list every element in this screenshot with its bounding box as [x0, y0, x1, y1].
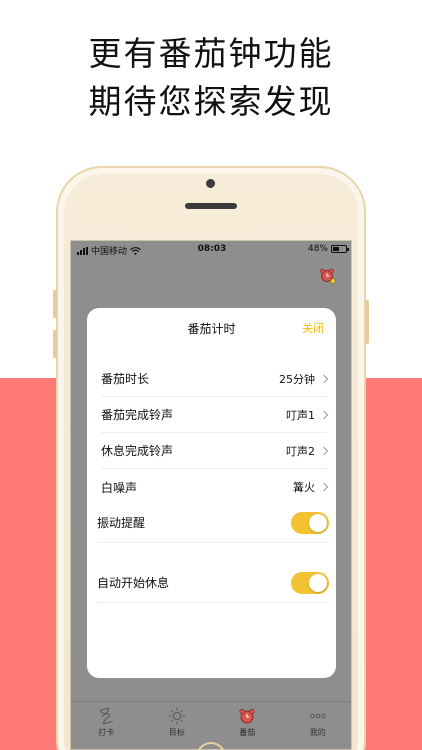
- row-label: 休息完成铃声: [101, 444, 174, 458]
- front-camera: [206, 179, 215, 188]
- chevron-right-icon: [319, 410, 329, 419]
- earpiece-speaker: [185, 203, 237, 209]
- status-bar: 中国移动 08:03 48%: [71, 241, 351, 259]
- row-label: 番茄时长: [101, 372, 150, 386]
- headline-line-1: 更有番茄钟功能: [88, 34, 334, 73]
- row-label: 白噪声: [101, 480, 138, 495]
- headline-line-2: 期待您探索发现: [88, 82, 334, 121]
- row-pomodoro-complete-sound[interactable]: 番茄完成铃声 叮声1: [101, 397, 329, 433]
- phone-screen: 中国移动 08:03 48% 番茄计时 关闭 番茄时长 25分钟 番茄完成铃声 …: [70, 240, 352, 750]
- tab-checkin[interactable]: 打卡: [76, 702, 136, 738]
- tab-label: 打卡: [98, 728, 115, 737]
- tab-pomodoro[interactable]: 番茄: [217, 702, 277, 738]
- phone-side-button: [53, 290, 57, 318]
- row-vibration: 振动提醒: [97, 503, 329, 543]
- vibration-toggle[interactable]: [291, 511, 329, 534]
- tab-label: 我的: [309, 728, 326, 737]
- battery-fill: [333, 247, 339, 251]
- row-white-noise[interactable]: 白噪声 篝火: [101, 469, 329, 505]
- row-value: 叮声1: [286, 407, 329, 423]
- close-button[interactable]: 关闭: [302, 320, 324, 336]
- alarm-clock-icon[interactable]: [319, 267, 337, 285]
- modal-title: 番茄计时: [187, 322, 236, 336]
- chevron-right-icon: [319, 482, 329, 492]
- status-right: 48%: [307, 244, 349, 254]
- sun-icon: [168, 708, 185, 724]
- rest-sound-value: 叮声2: [286, 444, 315, 458]
- row-rest-complete-sound[interactable]: 休息完成铃声 叮声2: [101, 433, 329, 469]
- battery-icon: [331, 245, 349, 253]
- alarm-clock-icon: [239, 708, 255, 724]
- tab-goals[interactable]: 目标: [147, 702, 207, 738]
- chevron-right-icon: [319, 374, 329, 383]
- auto-rest-toggle[interactable]: [291, 571, 329, 594]
- row-value: 篝火: [293, 479, 329, 495]
- battery-percent: 48%: [307, 244, 328, 254]
- more-dots-icon: [310, 713, 326, 719]
- phone-side-button: [53, 330, 57, 358]
- tab-mine[interactable]: 我的: [288, 702, 348, 738]
- row-pomodoro-duration[interactable]: 番茄时长 25分钟: [101, 361, 329, 397]
- hourglass-icon: [99, 707, 114, 725]
- phone-side-button: [365, 300, 369, 344]
- row-auto-rest: 自动开始休息: [97, 563, 329, 603]
- row-label: 振动提醒: [97, 516, 146, 530]
- tab-label: 目标: [168, 728, 185, 737]
- toggle-knob: [309, 513, 327, 532]
- sound-value: 叮声1: [286, 408, 315, 422]
- chevron-right-icon: [319, 446, 329, 455]
- row-value: 叮声2: [286, 443, 329, 459]
- white-noise-value: 篝火: [293, 481, 315, 494]
- tab-label: 番茄: [239, 728, 256, 737]
- toggle-knob: [309, 573, 327, 592]
- row-label: 自动开始休息: [97, 576, 170, 590]
- headline: 更有番茄钟功能 期待您探索发现: [0, 30, 422, 126]
- pomodoro-settings-modal: 番茄计时 关闭 番茄时长 25分钟 番茄完成铃声 叮声1 休息完成铃声 叮声2 …: [87, 308, 336, 678]
- row-label: 番茄完成铃声: [101, 408, 174, 422]
- row-value: 25分钟: [279, 371, 329, 387]
- duration-value: 25分钟: [279, 372, 315, 386]
